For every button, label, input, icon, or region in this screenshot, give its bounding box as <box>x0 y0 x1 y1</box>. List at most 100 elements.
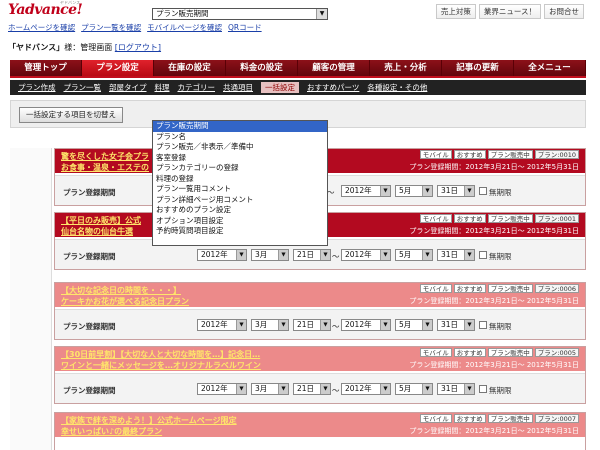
nav-plan-settings[interactable]: プラン設定 <box>82 60 154 76</box>
chevron-down-icon[interactable]: ▼ <box>278 384 288 394</box>
end-month-select[interactable]: 5月 ▼ <box>395 185 433 197</box>
subnav-create-plan[interactable]: プラン作成 <box>18 82 56 93</box>
subnav-meal[interactable]: 料理 <box>155 82 170 93</box>
nav-articles[interactable]: 記事の更新 <box>442 60 514 76</box>
chevron-down-icon[interactable]: ▼ <box>320 250 330 260</box>
dropdown-option[interactable]: プラン一覧用コメント <box>153 184 327 195</box>
plan-subtitle[interactable]: お食事・温泉・エステの <box>61 162 149 173</box>
start-month-select[interactable]: 3月 ▼ <box>251 319 289 331</box>
chevron-down-icon[interactable]: ▼ <box>380 320 390 330</box>
bulk-item-select[interactable]: プラン販売期間 ▼ <box>152 8 328 20</box>
top-link-contact[interactable]: お問合せ <box>544 4 584 19</box>
chevron-down-icon[interactable]: ▼ <box>320 320 330 330</box>
nav-all-menu[interactable]: 全メニュー <box>514 60 586 76</box>
end-year-select[interactable]: 2012年 ▼ <box>341 249 391 261</box>
link-qr[interactable]: QRコード <box>228 22 262 33</box>
unlimited-checkbox[interactable] <box>479 321 487 329</box>
nav-pricing[interactable]: 料金の設定 <box>226 60 298 76</box>
link-plan-list[interactable]: プラン一覧を確認 <box>81 22 141 33</box>
plan-subtitle[interactable]: 幸せいっぱい♪の最終プラン <box>61 426 162 437</box>
plan-title[interactable]: 驚を尽くした女子会プラ <box>61 151 149 162</box>
subnav-category[interactable]: カテゴリー <box>178 82 216 93</box>
chevron-down-icon[interactable]: ▼ <box>278 250 288 260</box>
chevron-down-icon[interactable]: ▼ <box>422 250 432 260</box>
end-year-select[interactable]: 2012年 ▼ <box>341 319 391 331</box>
start-year-select[interactable]: 2012年 ▼ <box>197 319 247 331</box>
chevron-down-icon[interactable]: ▼ <box>380 186 390 196</box>
end-year-select[interactable]: 2012年 ▼ <box>341 185 391 197</box>
chevron-down-icon[interactable]: ▼ <box>422 186 432 196</box>
chevron-down-icon[interactable]: ▼ <box>464 186 474 196</box>
plan-period-note: プラン登録期間：2012年3月21日～ 2012年5月31日 <box>409 427 579 435</box>
start-year-select[interactable]: 2012年 ▼ <box>197 249 247 261</box>
plan-title[interactable]: 【30日前早割】【大切な人と大切な時間を…】記念日… <box>61 349 260 360</box>
nav-admin-top[interactable]: 管理トップ <box>10 60 82 76</box>
user-line: 「ヤドバンス」様：管理画面 [ログアウト] <box>8 42 161 53</box>
top-link-news[interactable]: 業界ニュース！ <box>478 4 541 19</box>
end-month-select[interactable]: 5月 ▼ <box>395 249 433 261</box>
dropdown-option[interactable]: プラン販売期間 <box>153 121 327 132</box>
link-mobile[interactable]: モバイルページを確認 <box>147 22 222 33</box>
plan-block: 【大切な記念日の時間を・・・】 ケーキかお花が選べる記念日プラン モバイル おす… <box>54 282 586 340</box>
logo[interactable]: Yadvance! ヤドバンス <box>8 0 86 18</box>
subnav-recommended[interactable]: おすすめパーツ <box>307 82 359 93</box>
chevron-down-icon[interactable]: ▼ <box>278 320 288 330</box>
plan-title[interactable]: 【家族で絆を深めよう！】公式ホームページ限定 <box>61 415 237 426</box>
chevron-down-icon[interactable]: ▼ <box>316 9 327 19</box>
dropdown-option[interactable]: オプション項目設定 <box>153 216 327 227</box>
unlimited-checkbox[interactable] <box>479 385 487 393</box>
top-link-sales[interactable]: 売上対策 <box>435 4 476 19</box>
chevron-down-icon[interactable]: ▼ <box>422 320 432 330</box>
chevron-down-icon[interactable]: ▼ <box>464 384 474 394</box>
chevron-down-icon[interactable]: ▼ <box>236 250 246 260</box>
link-homepage[interactable]: ホームページを確認 <box>8 22 75 33</box>
subnav-common[interactable]: 共通項目 <box>223 82 253 93</box>
dropdown-option[interactable]: プランカテゴリーの登録 <box>153 163 327 174</box>
chevron-down-icon[interactable]: ▼ <box>422 384 432 394</box>
subnav-bulk[interactable]: 一括設定 <box>261 82 299 93</box>
start-month-select[interactable]: 3月 ▼ <box>251 249 289 261</box>
chevron-down-icon[interactable]: ▼ <box>380 384 390 394</box>
start-month-select[interactable]: 3月 ▼ <box>251 383 289 395</box>
dropdown-option[interactable]: プラン名 <box>153 132 327 143</box>
chevron-down-icon[interactable]: ▼ <box>236 320 246 330</box>
unlimited-checkbox[interactable] <box>479 187 487 195</box>
chevron-down-icon[interactable]: ▼ <box>380 250 390 260</box>
subnav-other-settings[interactable]: 各種設定・その他 <box>367 82 427 93</box>
switch-bulk-item-button[interactable]: 一括設定する項目を切替え <box>19 107 123 123</box>
chevron-down-icon[interactable]: ▼ <box>320 384 330 394</box>
chevron-down-icon[interactable]: ▼ <box>464 320 474 330</box>
start-day-select[interactable]: 21日 ▼ <box>293 249 331 261</box>
end-day-select[interactable]: 31日 ▼ <box>437 249 475 261</box>
nav-customers[interactable]: 顧客の管理 <box>298 60 370 76</box>
dropdown-option[interactable]: 予約時質問項目設定 <box>153 226 327 237</box>
plan-title[interactable]: 【大切な記念日の時間を・・・】 <box>61 285 181 296</box>
start-day-select[interactable]: 21日 ▼ <box>293 319 331 331</box>
logout-link[interactable]: [ログアウト] <box>115 43 161 52</box>
subnav-plan-list[interactable]: プラン一覧 <box>64 82 102 93</box>
plan-subtitle[interactable]: 仙台名物の仙台牛選 <box>61 226 133 237</box>
plan-title[interactable]: 【平日のみ販売】公式 <box>61 215 141 226</box>
end-day-select[interactable]: 31日 ▼ <box>437 383 475 395</box>
plan-subtitle[interactable]: ケーキかお花が選べる記念日プラン <box>61 296 189 307</box>
dropdown-option[interactable]: おすすめのプラン設定 <box>153 205 327 216</box>
subnav-room-type[interactable]: 部屋タイプ <box>109 82 147 93</box>
end-month-select[interactable]: 5月 ▼ <box>395 383 433 395</box>
dropdown-option[interactable]: 料理の登録 <box>153 174 327 185</box>
end-day-select[interactable]: 31日 ▼ <box>437 319 475 331</box>
end-month-select[interactable]: 5月 ▼ <box>395 319 433 331</box>
plan-subtitle[interactable]: ワインと一緒にメッセージを…オリジナルラベルワイン <box>61 360 261 371</box>
nav-inventory[interactable]: 在庫の設定 <box>154 60 226 76</box>
end-day-select[interactable]: 31日 ▼ <box>437 185 475 197</box>
unlimited-label: 無期限 <box>489 188 512 197</box>
dropdown-option[interactable]: プラン販売／非表示／準備中 <box>153 142 327 153</box>
dropdown-option[interactable]: プラン詳細ページ用コメント <box>153 195 327 206</box>
start-year-select[interactable]: 2012年 ▼ <box>197 383 247 395</box>
end-year-select[interactable]: 2012年 ▼ <box>341 383 391 395</box>
start-day-select[interactable]: 21日 ▼ <box>293 383 331 395</box>
nav-sales-analysis[interactable]: 売上・分析 <box>370 60 442 76</box>
chevron-down-icon[interactable]: ▼ <box>464 250 474 260</box>
dropdown-option[interactable]: 客室登録 <box>153 153 327 164</box>
unlimited-checkbox[interactable] <box>479 251 487 259</box>
chevron-down-icon[interactable]: ▼ <box>236 384 246 394</box>
